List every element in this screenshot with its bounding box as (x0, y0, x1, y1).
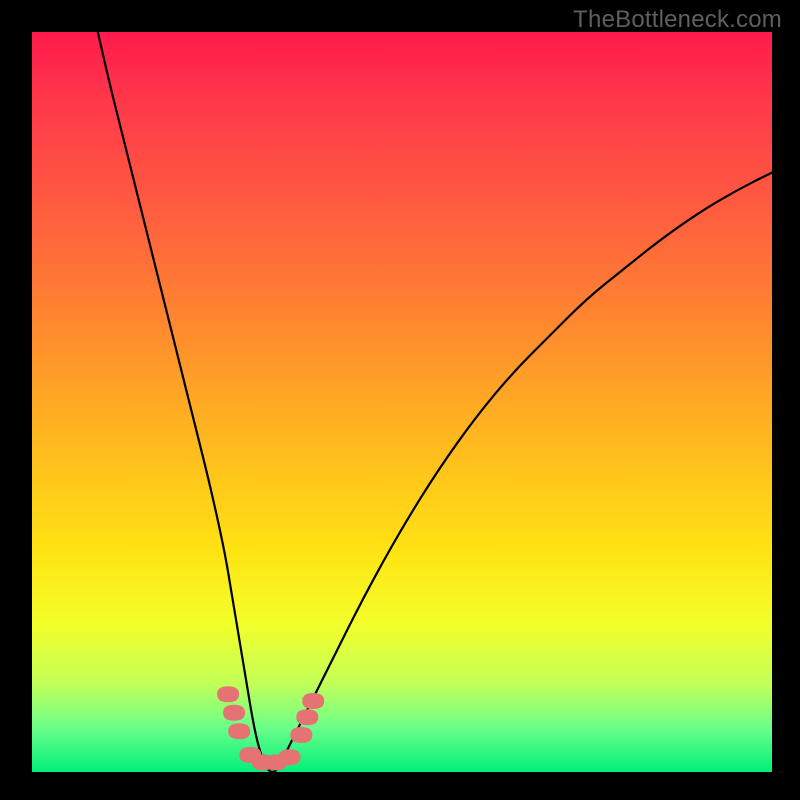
marker-left-upper (217, 686, 239, 702)
marker-right-upper (302, 693, 324, 709)
plot-area (32, 32, 772, 772)
chart-frame: TheBottleneck.com (0, 0, 800, 800)
marker-left-mid (223, 705, 245, 721)
marker-right-mid (296, 709, 318, 725)
marker-right-lower (290, 727, 312, 743)
marker-bottom-4 (279, 749, 301, 765)
watermark-text: TheBottleneck.com (573, 6, 782, 34)
marker-left-lower (228, 723, 250, 739)
marker-layer (32, 32, 772, 772)
